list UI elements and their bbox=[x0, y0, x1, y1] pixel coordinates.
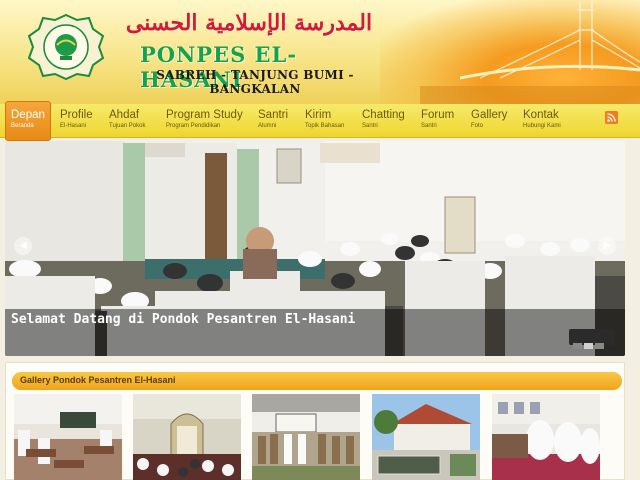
nav-sublabel: Santri bbox=[362, 123, 378, 129]
nav-label: Ahdaf bbox=[109, 109, 140, 121]
nav-item-profile[interactable]: Profile El-Hasani bbox=[60, 104, 93, 138]
gallery-thumb-mosque[interactable] bbox=[133, 394, 241, 480]
nav-label: Program Study bbox=[166, 109, 243, 121]
nav-sublabel: Topik Bahasan bbox=[305, 123, 345, 129]
slider-dot[interactable] bbox=[595, 343, 604, 349]
image-slider[interactable]: ◀ ▶ Selamat Datang di Pondok Pesantren E… bbox=[5, 141, 625, 356]
site-header: المدرسة الإسلامية الحسنى PONPES EL-HASAN… bbox=[0, 0, 640, 104]
arabic-title: المدرسة الإسلامية الحسنى bbox=[125, 10, 373, 36]
nav-sublabel: Foto bbox=[471, 123, 484, 129]
nav-item-forum[interactable]: Forum Santri bbox=[421, 104, 454, 138]
nav-sublabel: Program Pendidikan bbox=[166, 123, 221, 129]
nav-label: Kontak bbox=[523, 109, 559, 121]
nav-label: Profile bbox=[60, 109, 93, 121]
nav-item-gallery[interactable]: Gallery Foto bbox=[471, 104, 507, 138]
nav-label: Gallery bbox=[471, 109, 508, 121]
gallery-thumb-students[interactable] bbox=[492, 394, 600, 480]
nav-item-program-study[interactable]: Program Study Program Pendidikan bbox=[166, 104, 243, 138]
gallery-thumb-courtyard[interactable] bbox=[372, 394, 480, 480]
nav-item-chatting[interactable]: Chatting Santri bbox=[362, 104, 405, 138]
bridge-illustration bbox=[420, 2, 640, 104]
nav-item-kontak[interactable]: Kontak Hubungi Kami bbox=[523, 104, 561, 138]
nav-label: Chatting bbox=[362, 109, 405, 121]
gallery-thumb-classroom[interactable] bbox=[14, 394, 122, 480]
chevron-left-icon: ◀ bbox=[19, 240, 27, 251]
nav-label: Depan bbox=[11, 109, 45, 121]
nav-label: Kirim bbox=[305, 109, 332, 121]
gallery-thumb-group-photo[interactable] bbox=[252, 394, 360, 480]
nav-item-ahdaf[interactable]: Ahdaf Tujuan Pokok bbox=[109, 104, 145, 138]
slider-dot[interactable] bbox=[573, 343, 582, 349]
nav-sublabel: El-Hasani bbox=[60, 123, 87, 129]
nav-item-depan[interactable]: Depan Beranda bbox=[5, 101, 51, 141]
chevron-right-icon: ▶ bbox=[603, 240, 611, 251]
main-nav: Depan Beranda Profile El-Hasani Ahdaf Tu… bbox=[0, 101, 640, 141]
slider-next-button[interactable]: ▶ bbox=[598, 237, 616, 255]
nav-label: Forum bbox=[421, 109, 455, 121]
nav-sublabel: Hubungi Kami bbox=[523, 123, 561, 129]
nav-sublabel: Alumni bbox=[258, 123, 277, 129]
pesantren-logo bbox=[27, 14, 105, 80]
slider-prev-button[interactable]: ◀ bbox=[14, 237, 32, 255]
nav-sublabel: Beranda bbox=[11, 123, 34, 129]
nav-item-kirim[interactable]: Kirim Topik Bahasan bbox=[305, 104, 344, 138]
rss-icon[interactable] bbox=[605, 111, 618, 124]
slider-dot-active[interactable] bbox=[584, 343, 593, 349]
site-subtitle: SABREH - TANJUNG BUMI - BANGKALAN bbox=[156, 68, 354, 96]
gallery-title: Gallery Pondok Pesantren El-Hasani bbox=[20, 375, 176, 385]
gallery-panel: Gallery Pondok Pesantren El-Hasani bbox=[5, 362, 625, 480]
slider-pagination bbox=[569, 329, 615, 349]
nav-item-santri[interactable]: Santri Alumni bbox=[258, 104, 288, 138]
slide-caption-bar: Selamat Datang di Pondok Pesantren El-Ha… bbox=[5, 309, 625, 356]
nav-label: Santri bbox=[258, 109, 289, 121]
nav-sublabel: Tujuan Pokok bbox=[109, 123, 146, 129]
slide-caption: Selamat Datang di Pondok Pesantren El-Ha… bbox=[11, 312, 356, 327]
gallery-header-bar: Gallery Pondok Pesantren El-Hasani bbox=[12, 372, 622, 390]
nav-sublabel: Santri bbox=[421, 123, 437, 129]
